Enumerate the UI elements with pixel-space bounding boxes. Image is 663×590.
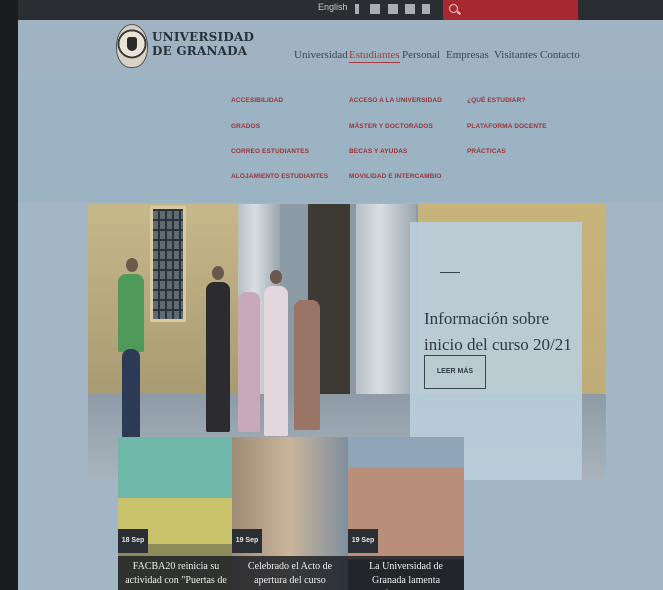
student-figure bbox=[206, 282, 230, 432]
student-figure bbox=[264, 286, 288, 436]
news-date: 19 Sep bbox=[232, 529, 262, 553]
twitter-icon[interactable] bbox=[370, 4, 380, 14]
top-utility-bar: English bbox=[18, 0, 663, 20]
menu-item-acceso[interactable]: ACCESO A LA UNIVERSIDAD bbox=[349, 97, 442, 104]
news-title: FACBA20 reinicia su actividad con "Puert… bbox=[118, 556, 234, 590]
student-figure bbox=[238, 292, 260, 432]
news-title: La Universidad de Granada lamenta profun… bbox=[348, 556, 464, 590]
student-figure bbox=[294, 300, 320, 430]
menu-item-correo[interactable]: CORREO ESTUDIANTES bbox=[231, 148, 309, 155]
menu-item-master[interactable]: MÁSTER Y DOCTORADOS bbox=[349, 123, 433, 130]
news-card[interactable]: 19 Sep Celebrado el Acto de apertura del… bbox=[232, 437, 348, 590]
menu-item-alojamiento[interactable]: ALOJAMIENTO ESTUDIANTES bbox=[231, 173, 328, 180]
nav-contacto[interactable]: Contacto bbox=[540, 49, 580, 61]
nav-visitantes[interactable]: Visitantes bbox=[494, 49, 537, 61]
menu-item-becas[interactable]: BECAS Y AYUDAS bbox=[349, 148, 407, 155]
menu-item-grados[interactable]: GRADOS bbox=[231, 123, 260, 130]
student-figure bbox=[118, 274, 144, 352]
browser-viewport: English UNIVERSIDAD DE GRANADA Universid… bbox=[18, 0, 663, 590]
news-card[interactable]: 19 Sep La Universidad de Granada lamenta… bbox=[348, 437, 464, 590]
menu-item-accesibilidad[interactable]: ACCESIBILIDAD bbox=[231, 97, 283, 104]
facebook-icon[interactable] bbox=[355, 4, 359, 14]
logo-line-1: UNIVERSIDAD bbox=[152, 30, 255, 44]
news-date: 18 Sep bbox=[118, 529, 148, 553]
news-title: Celebrado el Acto de apertura del curso … bbox=[232, 556, 348, 590]
menu-item-plataforma[interactable]: PLATAFORMA DOCENTE bbox=[467, 123, 547, 130]
university-seal-logo[interactable] bbox=[116, 24, 148, 68]
site-logo-text[interactable]: UNIVERSIDAD DE GRANADA bbox=[152, 30, 254, 58]
menu-item-practicas[interactable]: PRÁCTICAS bbox=[467, 148, 506, 155]
nav-universidad[interactable]: Universidad bbox=[294, 49, 348, 61]
student-head bbox=[270, 270, 282, 284]
email-icon[interactable] bbox=[405, 4, 415, 14]
hero-window bbox=[150, 206, 186, 322]
nav-estudiantes[interactable]: Estudiantes bbox=[349, 49, 400, 63]
search-icon[interactable] bbox=[449, 4, 458, 13]
logo-line-2: DE GRANADA bbox=[152, 44, 248, 58]
leer-mas-button[interactable]: LEER MÁS bbox=[424, 355, 486, 389]
nav-personal[interactable]: Personal bbox=[402, 49, 440, 61]
instagram-icon[interactable] bbox=[388, 4, 398, 14]
language-link[interactable]: English bbox=[318, 2, 348, 12]
news-card[interactable]: 18 Sep FACBA20 reinicia su actividad con… bbox=[118, 437, 234, 590]
news-date: 19 Sep bbox=[348, 529, 378, 553]
student-head bbox=[212, 266, 224, 280]
menu-item-movilidad[interactable]: MOVILIDAD E INTERCAMBIO bbox=[349, 173, 442, 180]
hero-title: Información sobre inicio del curso 20/21 bbox=[424, 309, 572, 354]
info-card-rule bbox=[440, 272, 460, 273]
menu-item-que-estudiar[interactable]: ¿QUÉ ESTUDIAR? bbox=[467, 97, 525, 104]
site-header: UNIVERSIDAD DE GRANADA Universidad Estud… bbox=[18, 20, 663, 75]
student-head bbox=[126, 258, 138, 272]
phone-icon[interactable] bbox=[422, 4, 430, 14]
students-mega-menu: ACCESIBILIDAD GRADOS CORREO ESTUDIANTES … bbox=[18, 75, 663, 203]
search-box[interactable] bbox=[443, 0, 578, 20]
nav-empresas[interactable]: Empresas bbox=[446, 49, 489, 61]
